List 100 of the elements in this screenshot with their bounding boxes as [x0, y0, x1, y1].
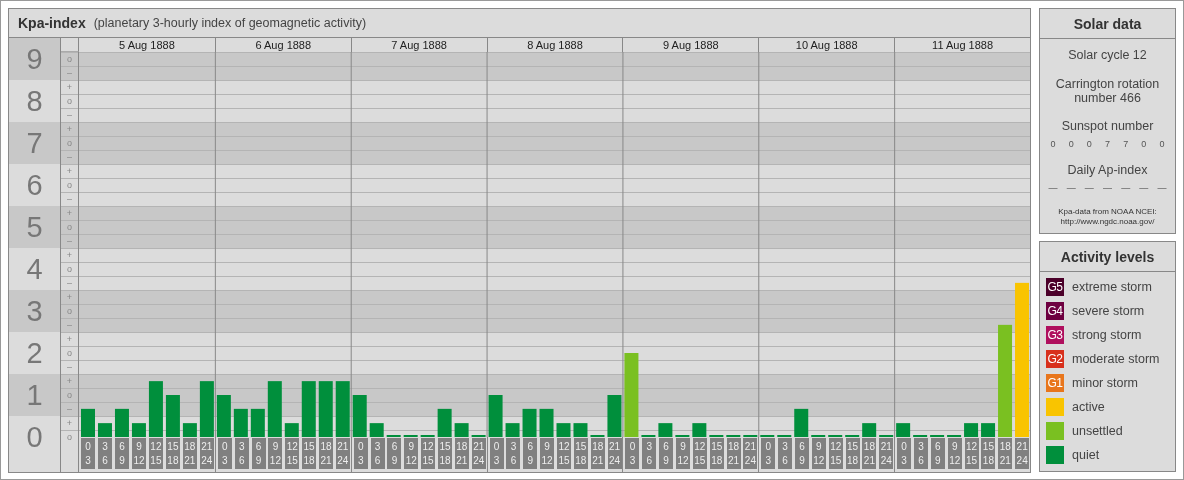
time-slot-label: 9 12	[269, 439, 281, 468]
y-sub-mark: +	[65, 207, 74, 220]
y-sub-mark: o	[66, 95, 73, 108]
time-slot-label: 0 3	[357, 439, 364, 468]
y-sub-mark: –	[66, 193, 73, 206]
y-axis-label: 9	[26, 44, 43, 74]
time-slot-label: 15 18	[167, 439, 179, 468]
time-slot-label: 21 24	[880, 439, 892, 468]
y-axis-label: 8	[26, 86, 43, 116]
time-slot-label: 21 24	[609, 439, 621, 468]
time-slot-label: 18 21	[592, 439, 604, 468]
kp-bar	[981, 423, 996, 437]
ap-index-value: —	[1121, 183, 1131, 193]
y-sub-mark: –	[66, 319, 73, 332]
y-sub-mark: –	[66, 151, 73, 164]
sunspot-value: 0	[1159, 139, 1165, 149]
ap-index-value: —	[1048, 183, 1058, 193]
y-axis-label: 0	[26, 422, 43, 452]
sunspot-value: 0	[1141, 139, 1147, 149]
time-slot-label: 15 18	[439, 439, 451, 468]
kp-bar	[964, 423, 979, 437]
sunspot-label: Sunspot number	[1060, 119, 1155, 133]
legend-label: active	[1072, 400, 1105, 414]
y-axis-label: 7	[26, 128, 43, 158]
time-slot-label: 9 12	[949, 439, 961, 468]
time-slot-label: 21 24	[473, 439, 485, 468]
time-slot-label: 15 18	[575, 439, 587, 468]
time-slot-label: 18 21	[320, 439, 332, 468]
time-slot-label: 9 12	[541, 439, 553, 468]
y-sub-mark: –	[66, 109, 73, 122]
time-slot-label: 15 18	[303, 439, 315, 468]
time-slot-label: 18 21	[184, 439, 196, 468]
y-axis-label: 1	[26, 380, 43, 410]
sunspot-value: 0	[1068, 139, 1074, 149]
time-slot-label: 3 6	[918, 439, 924, 468]
time-slot-label: 6 9	[799, 439, 805, 468]
y-axis-label: 4	[26, 254, 43, 284]
kp-bar	[794, 408, 809, 437]
sunspot-value: 7	[1123, 139, 1129, 149]
time-slot-label: 0 3	[222, 439, 228, 468]
time-slot-label: 9 12	[813, 439, 825, 468]
legend-swatch: G4	[1046, 302, 1064, 320]
source-note: Kpa-data from NOAA NCEI: http://www.ngdc.noaa.gov/	[1057, 207, 1158, 227]
time-slot-label: 12 15	[422, 439, 434, 468]
time-slot-label: 21 24	[337, 439, 349, 468]
panel-title: Solar data	[1040, 9, 1175, 39]
ap-index-value: —	[1139, 183, 1149, 193]
time-slot-label: 21 24	[201, 439, 213, 468]
kp-bar	[692, 423, 707, 437]
time-slot-label: 3 6	[782, 439, 788, 468]
y-sub-mark: +	[65, 375, 74, 388]
time-slot-label: 3 6	[238, 439, 245, 468]
time-slot-label: 3 6	[510, 439, 517, 468]
sunspot-value: 0	[1086, 139, 1092, 149]
y-sub-mark: o	[66, 347, 73, 360]
legend-label: quiet	[1072, 448, 1100, 462]
time-slot-label: 6 9	[935, 439, 941, 468]
y-sub-mark: +	[65, 333, 74, 346]
kp-bar	[607, 395, 622, 437]
time-slot-label: 12 15	[830, 439, 842, 468]
legend-label: extreme storm	[1072, 280, 1152, 294]
time-slot-label: 18 21	[999, 439, 1011, 468]
time-slot-label: 3 6	[102, 439, 108, 468]
y-sub-mark: o	[66, 431, 73, 444]
y-sub-mark: –	[66, 67, 73, 80]
ap-index-label: Daily Ap-index	[1066, 163, 1149, 177]
time-slot-label: 3 6	[646, 439, 653, 468]
y-axis-label: 6	[26, 170, 43, 200]
sunspot-value: 0	[1050, 139, 1056, 149]
time-slot-label: 0 3	[765, 439, 772, 468]
y-sub-mark: –	[66, 403, 73, 416]
y-axis-label: 5	[26, 212, 43, 242]
carrington-rotation: Carrington rotation number 466	[1054, 77, 1161, 105]
time-slot-label: 9 12	[677, 439, 689, 468]
ap-index-value: —	[1103, 183, 1112, 193]
y-sub-mark: +	[65, 249, 74, 262]
kp-bar	[896, 423, 911, 437]
legend-label: moderate storm	[1072, 352, 1160, 366]
time-slot-label: 9 12	[133, 439, 145, 468]
time-slot-label: 6 9	[255, 439, 262, 468]
time-slot-label: 12 15	[150, 439, 162, 468]
y-axis-label: 3	[26, 296, 43, 326]
time-slot-label: 15 18	[982, 439, 994, 468]
time-slot-label: 6 9	[391, 439, 398, 468]
time-slot-label: 18 21	[863, 439, 875, 468]
ap-index-value: —	[1066, 183, 1076, 193]
time-slot-label: 18 21	[728, 439, 740, 468]
time-slot-label: 12 15	[558, 439, 570, 468]
y-sub-mark: +	[65, 291, 74, 304]
time-slot-label: 0 3	[493, 439, 500, 468]
y-sub-mark: +	[65, 81, 74, 94]
time-slot-label: 3 6	[374, 439, 381, 468]
kp-bar	[658, 423, 673, 437]
time-slot-label: 15 18	[847, 439, 859, 468]
legend-swatch: G3	[1046, 326, 1064, 344]
y-sub-mark: o	[66, 179, 73, 192]
y-sub-mark: +	[65, 123, 74, 136]
time-slot-label: 6 9	[119, 439, 125, 468]
kp-bar	[862, 423, 877, 437]
time-slot-label: 0 3	[901, 439, 907, 468]
